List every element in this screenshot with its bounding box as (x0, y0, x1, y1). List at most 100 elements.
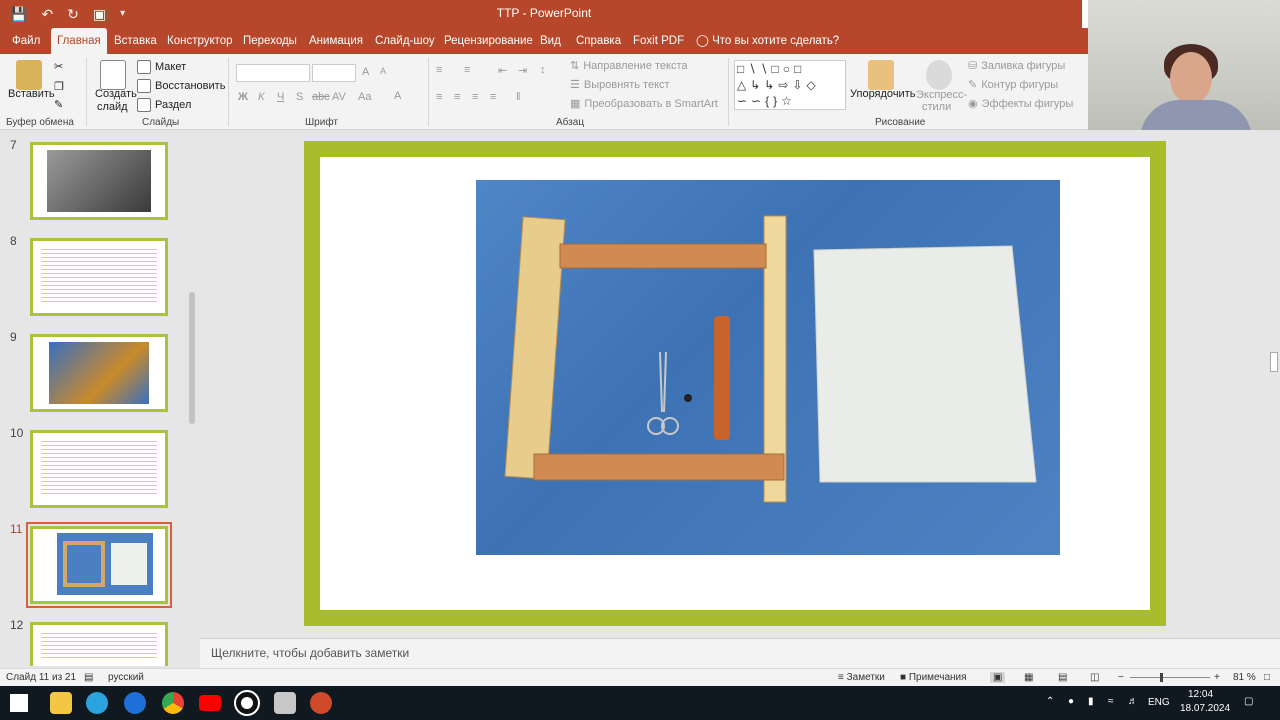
align-right-icon[interactable]: ≡ (472, 91, 478, 103)
bold-button[interactable]: Ж (238, 91, 248, 103)
paste-button[interactable]: Вставить (8, 88, 55, 100)
notes-placeholder[interactable]: Щелкните, чтобы добавить заметки (211, 646, 409, 660)
shape-fill-button[interactable]: ⛁ Заливка фигуры (968, 59, 1065, 73)
copy-icon[interactable]: ❐ (54, 80, 64, 93)
telegram-icon[interactable] (86, 692, 108, 714)
notifications-icon[interactable]: ▢ (1244, 696, 1253, 707)
new-slide-icon[interactable] (100, 60, 126, 90)
youtube-icon[interactable] (199, 695, 221, 711)
tab-help[interactable]: Справка (570, 28, 627, 54)
teamviewer-icon[interactable] (124, 692, 146, 714)
paste-icon[interactable] (16, 60, 42, 90)
align-center-icon[interactable]: ≡ (454, 91, 460, 103)
tab-animations[interactable]: Анимация (303, 28, 369, 54)
reading-view-icon[interactable]: ▤ (1058, 672, 1067, 683)
shape-effects-button[interactable]: ◉ Эффекты фигуры (968, 97, 1073, 111)
slide-thumbnail-9[interactable] (30, 334, 168, 412)
font-size-select[interactable] (312, 64, 356, 82)
presentation-viewer-icon[interactable] (274, 692, 296, 714)
zoom-slider[interactable] (1130, 677, 1210, 678)
italic-button[interactable]: К (258, 91, 264, 103)
quick-styles-line1[interactable]: Экспресс- (916, 89, 967, 101)
character-spacing-button[interactable]: AV (332, 91, 346, 103)
file-explorer-icon[interactable] (50, 692, 72, 714)
numbering-icon[interactable]: ≡ (464, 64, 470, 76)
font-color-button[interactable]: A (394, 90, 401, 102)
thumbnails-scrollbar[interactable] (186, 132, 198, 666)
powerpoint-icon[interactable] (310, 692, 332, 714)
chrome-icon[interactable] (162, 692, 184, 714)
reset-button[interactable]: Восстановить (137, 79, 225, 93)
tell-me-box[interactable]: ◯ Что вы хотите сделать? (690, 28, 845, 54)
scrollbar-thumb[interactable] (189, 292, 195, 424)
fit-slide-icon[interactable]: □ (1264, 672, 1270, 683)
shapes-gallery[interactable]: □∖∖□○□ △↳↳⇨⇩◇ ∽∽{}☆ (734, 60, 846, 110)
format-painter-icon[interactable]: ✎ (54, 98, 63, 111)
slide-thumbnail-12[interactable] (30, 622, 168, 666)
slide-thumbnail-8[interactable] (30, 238, 168, 316)
zoom-in-icon[interactable]: + (1214, 672, 1220, 683)
strikethrough-button[interactable]: abc (312, 91, 330, 103)
notes-toggle[interactable]: ≡ Заметки (838, 672, 885, 683)
scrollbar-thumb[interactable] (1270, 352, 1278, 372)
columns-icon[interactable]: ‖ (516, 91, 521, 103)
normal-view-icon[interactable]: ▣ (990, 672, 1006, 683)
notes-pane[interactable]: Щелкните, чтобы добавить заметки (200, 638, 1280, 668)
new-slide-button-line1[interactable]: Создать (95, 88, 137, 100)
layout-button[interactable]: Макет (137, 60, 186, 74)
tab-transitions[interactable]: Переходы (237, 28, 303, 54)
align-text-button[interactable]: ☰ Выровнять текст (570, 78, 670, 92)
current-slide[interactable] (304, 141, 1166, 626)
underline-button[interactable]: Ч (277, 91, 284, 103)
clock-time[interactable]: 12:04 (1188, 689, 1213, 700)
tab-home[interactable]: Главная (51, 28, 107, 54)
arrange-icon[interactable] (868, 60, 894, 90)
windows-icon[interactable] (10, 694, 28, 712)
tray-chevron-icon[interactable]: ⌃ (1046, 696, 1054, 707)
tab-design[interactable]: Конструктор (161, 28, 239, 54)
slide-thumbnail-7[interactable] (30, 142, 168, 220)
quick-styles-icon[interactable] (926, 60, 952, 90)
comments-toggle[interactable]: ■ Примечания (900, 672, 967, 683)
zoom-level[interactable]: 81 % (1233, 672, 1256, 683)
justify-icon[interactable]: ≡ (490, 91, 496, 103)
cut-icon[interactable]: ✂ (54, 60, 63, 73)
tab-slideshow[interactable]: Слайд-шоу (369, 28, 441, 54)
text-direction-button[interactable]: ⇅ Направление текста (570, 59, 688, 73)
zoom-out-icon[interactable]: − (1118, 672, 1124, 683)
clock-date[interactable]: 18.07.2024 (1180, 703, 1230, 714)
battery-icon[interactable]: ▮ (1088, 696, 1094, 707)
slide-sorter-icon[interactable]: ▦ (1024, 672, 1033, 683)
bullets-icon[interactable]: ≡ (436, 64, 442, 76)
tab-insert[interactable]: Вставка (108, 28, 163, 54)
tab-file[interactable]: Файл (6, 28, 46, 54)
arrange-button[interactable]: Упорядочить (850, 88, 915, 100)
font-family-select[interactable] (236, 64, 310, 82)
slide-thumbnail-10[interactable] (30, 430, 168, 508)
shape-outline-button[interactable]: ✎ Контур фигуры (968, 78, 1058, 92)
shadow-button[interactable]: S (296, 91, 303, 103)
section-button[interactable]: Раздел (137, 98, 191, 112)
language-indicator-taskbar[interactable]: ENG (1148, 697, 1170, 708)
recorder-icon[interactable] (234, 690, 260, 716)
shrink-font-button[interactable]: A (380, 66, 386, 76)
zoom-slider-thumb[interactable] (1160, 673, 1163, 682)
grow-font-button[interactable]: A (362, 66, 369, 78)
tab-foxit-pdf[interactable]: Foxit PDF (627, 28, 690, 54)
slide-thumbnail-11[interactable] (26, 522, 172, 608)
tab-review[interactable]: Рецензирование (438, 28, 539, 54)
smartart-button[interactable]: ▦ Преобразовать в SmartArt (570, 97, 718, 111)
line-spacing-icon[interactable]: ↕ (540, 64, 546, 76)
spellcheck-icon[interactable]: ▤ (84, 672, 93, 683)
language-indicator[interactable]: русский (108, 672, 144, 683)
slideshow-icon[interactable]: ◫ (1090, 672, 1099, 683)
quick-styles-line2[interactable]: стили (922, 101, 951, 113)
increase-indent-icon[interactable]: ⇥ (518, 64, 527, 77)
volume-icon[interactable]: ♬ (1128, 696, 1138, 707)
slide-photo-embroidery-frame[interactable] (476, 180, 1060, 555)
canvas-scrollbar[interactable] (1266, 130, 1280, 638)
align-left-icon[interactable]: ≡ (436, 91, 442, 103)
microphone-icon[interactable]: ● (1068, 696, 1074, 707)
wifi-icon[interactable]: ≈ (1108, 696, 1114, 707)
tab-view[interactable]: Вид (534, 28, 567, 54)
